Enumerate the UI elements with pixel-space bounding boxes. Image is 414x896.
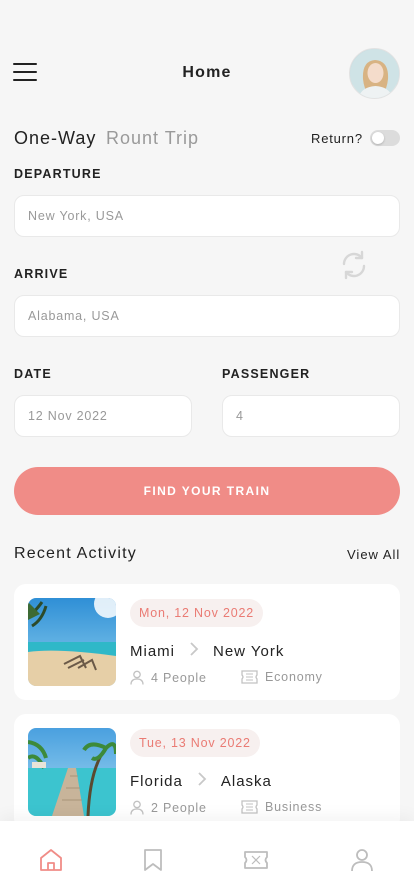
passenger-label: PASSENGER <box>222 367 311 381</box>
tab-one-way[interactable]: One-Way <box>14 128 96 149</box>
travel-class: Business <box>265 800 323 814</box>
route-from: Miami <box>130 642 175 660</box>
ticket-icon <box>241 800 258 814</box>
pier-photo <box>28 728 116 816</box>
date-value: 12 Nov 2022 <box>28 409 108 423</box>
activity-people: 2 People <box>130 800 207 815</box>
find-train-button[interactable]: FIND YOUR TRAIN <box>14 467 400 515</box>
person-icon <box>130 670 144 685</box>
activity-route: Miami New York <box>130 641 284 661</box>
view-all-link[interactable]: View All <box>347 547 400 562</box>
route-to: New York <box>213 642 285 660</box>
departure-value: New York, USA <box>28 209 124 223</box>
profile-icon[interactable] <box>349 847 375 873</box>
date-label: DATE <box>14 367 52 381</box>
activity-class: Economy <box>241 670 323 684</box>
ticket-icon[interactable] <box>243 847 269 873</box>
arrive-label: ARRIVE <box>14 267 69 281</box>
route-to: Alaska <box>220 772 272 790</box>
return-toggle[interactable] <box>370 130 400 146</box>
chevron-right-icon <box>189 641 199 661</box>
arrive-value: Alabama, USA <box>28 309 120 323</box>
date-field[interactable]: 12 Nov 2022 <box>14 395 192 437</box>
bottom-nav <box>0 821 414 896</box>
departure-field[interactable]: New York, USA <box>14 195 400 237</box>
route-from: Florida <box>130 772 183 790</box>
chevron-right-icon <box>197 771 207 791</box>
activity-class: Business <box>241 800 322 814</box>
activity-date-badge: Mon, 12 Nov 2022 <box>130 599 263 627</box>
activity-people: 4 People <box>130 670 207 685</box>
bookmark-icon[interactable] <box>140 847 166 873</box>
travel-class: Economy <box>265 670 323 684</box>
passenger-field[interactable]: 4 <box>222 395 400 437</box>
activity-card[interactable]: Tue, 13 Nov 2022 Florida Alaska 2 People… <box>14 714 400 830</box>
activity-card[interactable]: Mon, 12 Nov 2022 Miami New York 4 People… <box>14 584 400 700</box>
swap-icon[interactable] <box>338 249 370 281</box>
home-icon[interactable] <box>38 847 64 873</box>
avatar[interactable] <box>349 48 400 99</box>
people-count: 2 People <box>151 800 207 815</box>
person-icon <box>130 800 144 815</box>
activity-route: Florida Alaska <box>130 771 272 791</box>
arrive-field[interactable]: Alabama, USA <box>14 295 400 337</box>
people-count: 4 People <box>151 670 207 685</box>
return-label: Return? <box>311 131 363 146</box>
tab-round-trip[interactable]: Rount Trip <box>106 128 199 149</box>
departure-label: DEPARTURE <box>14 167 102 181</box>
ticket-icon <box>241 670 258 684</box>
beach-photo <box>28 598 116 686</box>
passenger-value: 4 <box>236 409 244 423</box>
recent-activity-title: Recent Activity <box>14 545 137 562</box>
activity-date-badge: Tue, 13 Nov 2022 <box>130 729 260 757</box>
